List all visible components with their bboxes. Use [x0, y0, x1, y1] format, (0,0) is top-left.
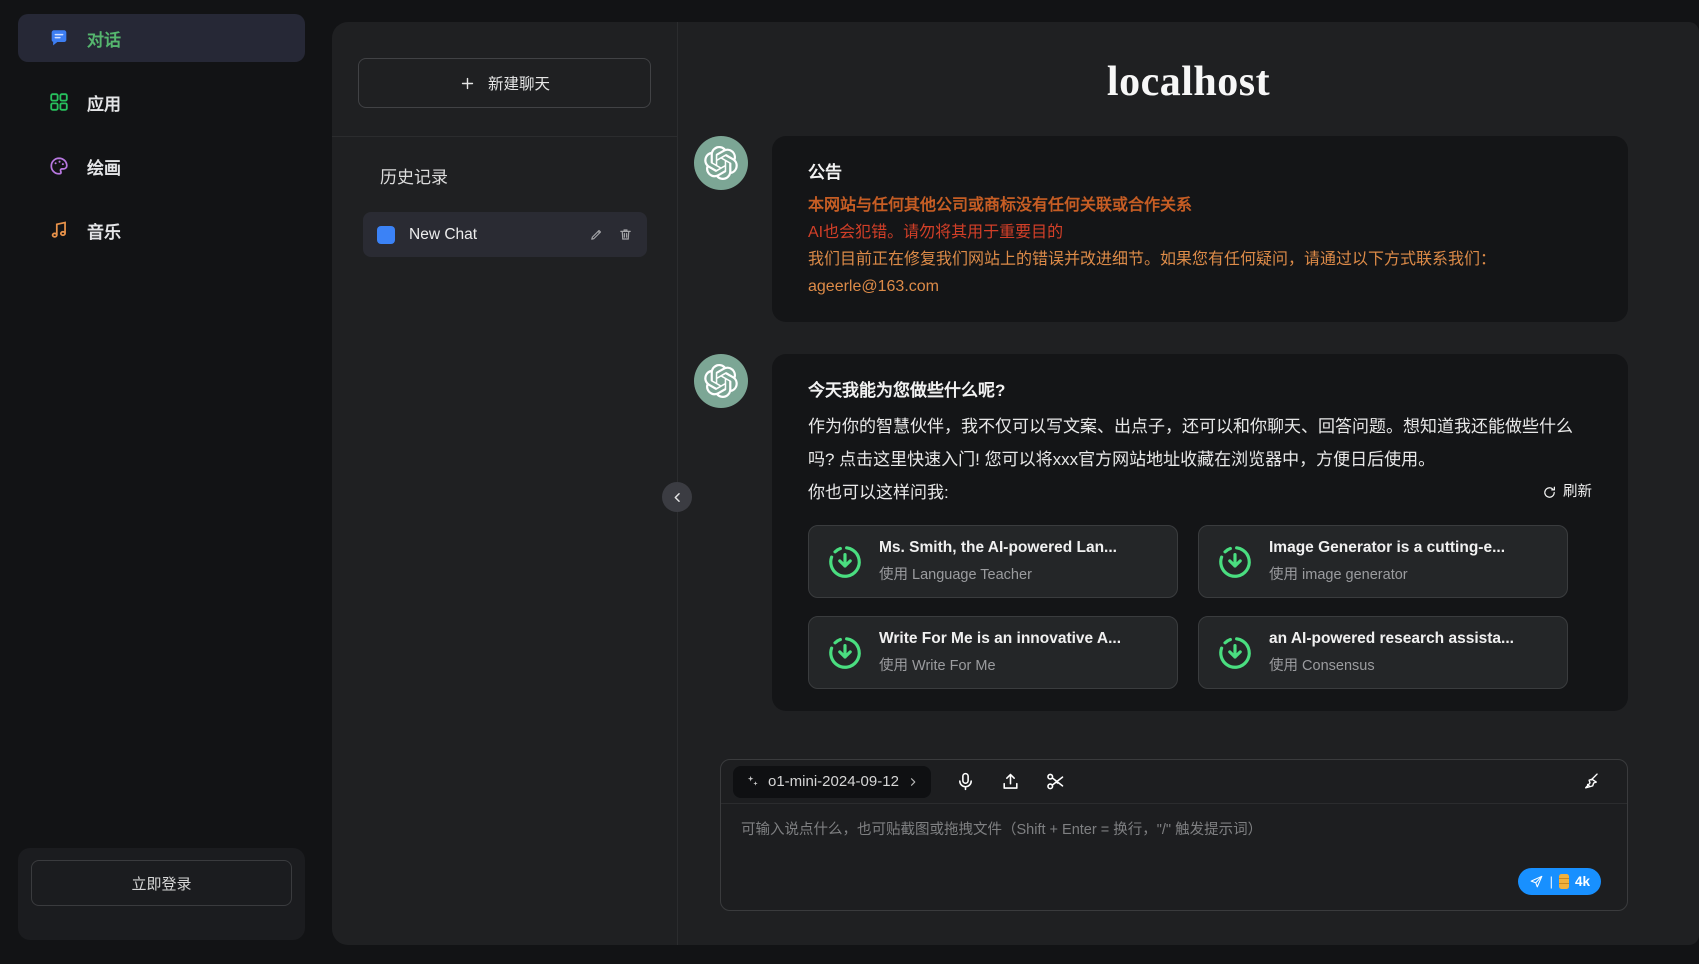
- chevron-left-icon: [670, 490, 685, 505]
- page-title: localhost: [678, 58, 1699, 106]
- microphone-icon[interactable]: [955, 771, 976, 792]
- apps-grid-icon: [48, 91, 70, 113]
- chevron-right-icon: [907, 776, 919, 788]
- sidebar-item-label: 音乐: [87, 218, 121, 243]
- quota-badge[interactable]: | 4k: [1518, 868, 1601, 895]
- message-welcome: 今天我能为您做些什么呢? 作为你的智慧伙伴，我不仅可以写文案、出点子，还可以和你…: [694, 354, 1628, 711]
- edit-icon[interactable]: [589, 227, 604, 242]
- suggestion-title: Write For Me is an innovative A...: [879, 630, 1121, 648]
- history-title: 历史记录: [380, 163, 677, 188]
- install-circle-icon: [826, 634, 864, 672]
- history-item[interactable]: New Chat: [363, 212, 647, 257]
- history-item-actions: [589, 227, 633, 242]
- suggestion-title: Ms. Smith, the AI-powered Lan...: [879, 539, 1117, 557]
- collapse-sidebar-button[interactable]: [662, 482, 692, 512]
- scissors-icon[interactable]: [1045, 771, 1066, 792]
- refresh-button[interactable]: 刷新: [1542, 476, 1592, 509]
- openai-logo-icon: [704, 146, 738, 180]
- assistant-avatar: [694, 136, 748, 190]
- ask-hint: 你也可以这样问我:: [808, 476, 949, 509]
- send-icon: [1529, 874, 1544, 889]
- new-chat-label: 新建聊天: [488, 72, 550, 94]
- composer: o1-mini-2024-09-12: [720, 759, 1628, 911]
- announcement-line-3: 我们目前正在修复我们网站上的错误并改进细节。如果您有任何疑问，请通过以下方式联系…: [808, 246, 1592, 273]
- sparkle-icon: [745, 774, 760, 789]
- announcement-line-1: 本网站与任何其他公司或商标没有任何关联或合作关系: [808, 192, 1592, 219]
- message-input[interactable]: 可输入说点什么，也可贴截图或拖拽文件（Shift + Enter = 换行，"/…: [721, 804, 1627, 910]
- sidebar-item-label: 对话: [87, 26, 121, 51]
- login-card: 立即登录: [18, 848, 305, 940]
- chat-bubble-icon: [48, 27, 70, 49]
- login-button[interactable]: 立即登录: [31, 860, 292, 906]
- suggestion-subtitle: 使用 Write For Me: [879, 654, 1121, 675]
- history-item-title: New Chat: [409, 226, 575, 244]
- suggestion-cards: Ms. Smith, the AI-powered Lan... 使用 Lang…: [808, 525, 1568, 689]
- model-selector[interactable]: o1-mini-2024-09-12: [733, 766, 931, 798]
- refresh-icon: [1542, 485, 1557, 500]
- palette-icon: [48, 155, 70, 177]
- sidebar-item-chat[interactable]: 对话: [18, 14, 305, 62]
- sidebar-item-drawing[interactable]: 绘画: [18, 142, 305, 190]
- assistant-avatar: [694, 354, 748, 408]
- upload-icon[interactable]: [1000, 771, 1021, 792]
- main-panel: 新建聊天 历史记录 New Chat: [332, 22, 1699, 945]
- plus-icon: [459, 75, 476, 92]
- suggestion-card[interactable]: Ms. Smith, the AI-powered Lan... 使用 Lang…: [808, 525, 1178, 598]
- new-chat-section: 新建聊天: [332, 22, 677, 137]
- suggestion-subtitle: 使用 image generator: [1269, 563, 1505, 584]
- contact-email[interactable]: ageerle@163.com: [808, 273, 1592, 300]
- coin-icon: [1559, 874, 1569, 889]
- chat-list-panel: 新建聊天 历史记录 New Chat: [332, 22, 678, 945]
- new-chat-button[interactable]: 新建聊天: [358, 58, 651, 108]
- chat-color-swatch: [377, 226, 395, 244]
- model-name: o1-mini-2024-09-12: [768, 773, 899, 790]
- quota-label: 4k: [1575, 874, 1590, 889]
- badge-divider: |: [1550, 874, 1553, 889]
- install-circle-icon: [1216, 634, 1254, 672]
- welcome-bubble: 今天我能为您做些什么呢? 作为你的智慧伙伴，我不仅可以写文案、出点子，还可以和你…: [772, 354, 1628, 711]
- message-announcement: 公告 本网站与任何其他公司或商标没有任何关联或合作关系 AI也会犯错。请勿将其用…: [694, 136, 1628, 322]
- refresh-label: 刷新: [1563, 476, 1592, 509]
- suggestion-card[interactable]: Image Generator is a cutting-e... 使用 ima…: [1198, 525, 1568, 598]
- announcement-line-2: AI也会犯错。请勿将其用于重要目的: [808, 219, 1592, 246]
- install-circle-icon: [826, 543, 864, 581]
- suggestion-subtitle: 使用 Consensus: [1269, 654, 1514, 675]
- announcement-heading: 公告: [808, 158, 1592, 183]
- suggestion-card[interactable]: Write For Me is an innovative A... 使用 Wr…: [808, 616, 1178, 689]
- composer-toolbar: o1-mini-2024-09-12: [721, 760, 1627, 804]
- input-placeholder: 可输入说点什么，也可贴截图或拖拽文件（Shift + Enter = 换行，"/…: [741, 818, 1262, 839]
- welcome-body: 作为你的智慧伙伴，我不仅可以写文案、出点子，还可以和你聊天、回答问题。想知道我还…: [808, 410, 1592, 476]
- sidebar-item-music[interactable]: 音乐: [18, 206, 305, 254]
- announcement-bubble: 公告 本网站与任何其他公司或商标没有任何关联或合作关系 AI也会犯错。请勿将其用…: [772, 136, 1628, 322]
- trash-icon[interactable]: [618, 227, 633, 242]
- sidebar: 对话 应用 绘画: [0, 0, 332, 964]
- suggestion-subtitle: 使用 Language Teacher: [879, 563, 1117, 584]
- install-circle-icon: [1216, 543, 1254, 581]
- suggestion-card[interactable]: an AI-powered research assista... 使用 Con…: [1198, 616, 1568, 689]
- music-note-icon: [48, 219, 70, 241]
- message-list: 公告 本网站与任何其他公司或商标没有任何关联或合作关系 AI也会犯错。请勿将其用…: [678, 106, 1699, 743]
- suggestion-title: Image Generator is a cutting-e...: [1269, 539, 1505, 557]
- openai-logo-icon: [704, 364, 738, 398]
- sidebar-item-label: 应用: [87, 90, 121, 115]
- welcome-heading: 今天我能为您做些什么呢?: [808, 376, 1592, 401]
- sidebar-item-apps[interactable]: 应用: [18, 78, 305, 126]
- sidebar-item-label: 绘画: [87, 154, 121, 179]
- chat-area: localhost 公告 本网站与任何其他公司或商标没有任何关联或合作关系 AI…: [678, 22, 1699, 945]
- suggestion-title: an AI-powered research assista...: [1269, 630, 1514, 648]
- broom-icon[interactable]: [1580, 771, 1601, 792]
